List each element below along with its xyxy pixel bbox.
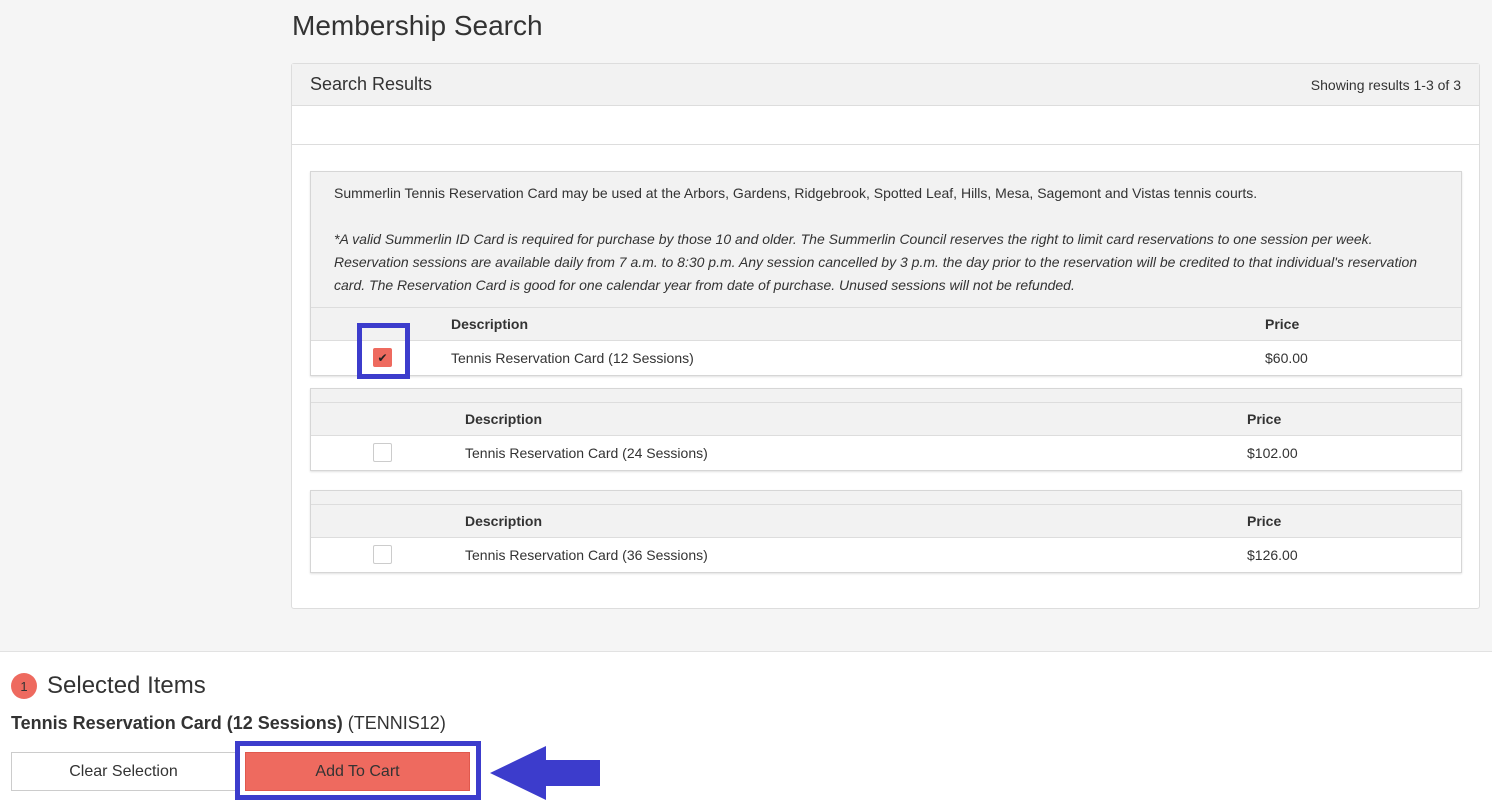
results-count: Showing results 1-3 of 3 <box>1310 76 1461 93</box>
arrow-left-icon <box>490 746 600 800</box>
table-row[interactable]: Tennis Reservation Card (24 Sessions) $1… <box>311 436 1461 470</box>
description-column-header: Description <box>451 316 529 332</box>
select-checkbox-36-sessions[interactable] <box>373 545 392 564</box>
description-column-header: Description <box>465 513 543 529</box>
search-results-title: Search Results <box>310 74 433 94</box>
membership-group-1: Summerlin Tennis Reservation Card may be… <box>310 171 1462 376</box>
selected-items-bar: 1 Selected Items Tennis Reservation Card… <box>0 651 1492 800</box>
membership-group-3: Description Price Tennis Reservation Car… <box>310 490 1462 573</box>
group-note: *A valid Summerlin ID Card is required f… <box>334 231 1418 293</box>
page-title: Membership Search <box>292 10 543 41</box>
table-header: Description Price <box>311 307 1461 341</box>
table-header: Description Price <box>311 504 1461 538</box>
item-description: Tennis Reservation Card (12 Sessions) <box>451 350 694 366</box>
add-to-cart-button[interactable]: Add To Cart <box>245 752 470 791</box>
selected-item-name: Tennis Reservation Card (12 Sessions) <box>11 713 343 733</box>
item-description: Tennis Reservation Card (24 Sessions) <box>465 445 708 461</box>
search-results-panel: Search Results Showing results 1-3 of 3 … <box>291 63 1480 609</box>
item-price: $126.00 <box>1247 547 1298 563</box>
price-column-header: Price <box>1265 316 1300 332</box>
selected-count-badge: 1 <box>11 673 37 699</box>
table-row[interactable]: Tennis Reservation Card (36 Sessions) $1… <box>311 538 1461 572</box>
item-price: $102.00 <box>1247 445 1298 461</box>
membership-group-2: Description Price Tennis Reservation Car… <box>310 388 1462 471</box>
item-price: $60.00 <box>1265 350 1308 366</box>
results-spacer <box>292 106 1479 145</box>
clear-selection-button[interactable]: Clear Selection <box>11 752 236 791</box>
selected-item-code: (TENNIS12) <box>347 713 446 733</box>
table-header: Description Price <box>311 402 1461 436</box>
select-checkbox-24-sessions[interactable] <box>373 443 392 462</box>
description-column-header: Description <box>465 411 543 427</box>
group-description: Summerlin Tennis Reservation Card may be… <box>334 185 1258 201</box>
select-checkbox-12-sessions[interactable]: ✔ <box>373 348 392 367</box>
price-column-header: Price <box>1247 411 1282 427</box>
group-info: Summerlin Tennis Reservation Card may be… <box>311 172 1461 307</box>
selected-items-title: Selected Items <box>47 672 206 699</box>
check-icon: ✔ <box>377 351 388 365</box>
price-column-header: Price <box>1247 513 1282 529</box>
selected-items-heading: 1 Selected Items <box>11 672 206 700</box>
search-results-header: Search Results Showing results 1-3 of 3 <box>292 64 1479 106</box>
item-description: Tennis Reservation Card (36 Sessions) <box>465 547 708 563</box>
selected-item: Tennis Reservation Card (12 Sessions) (T… <box>11 713 446 734</box>
table-row[interactable]: ✔ Tennis Reservation Card (12 Sessions) … <box>311 341 1461 375</box>
